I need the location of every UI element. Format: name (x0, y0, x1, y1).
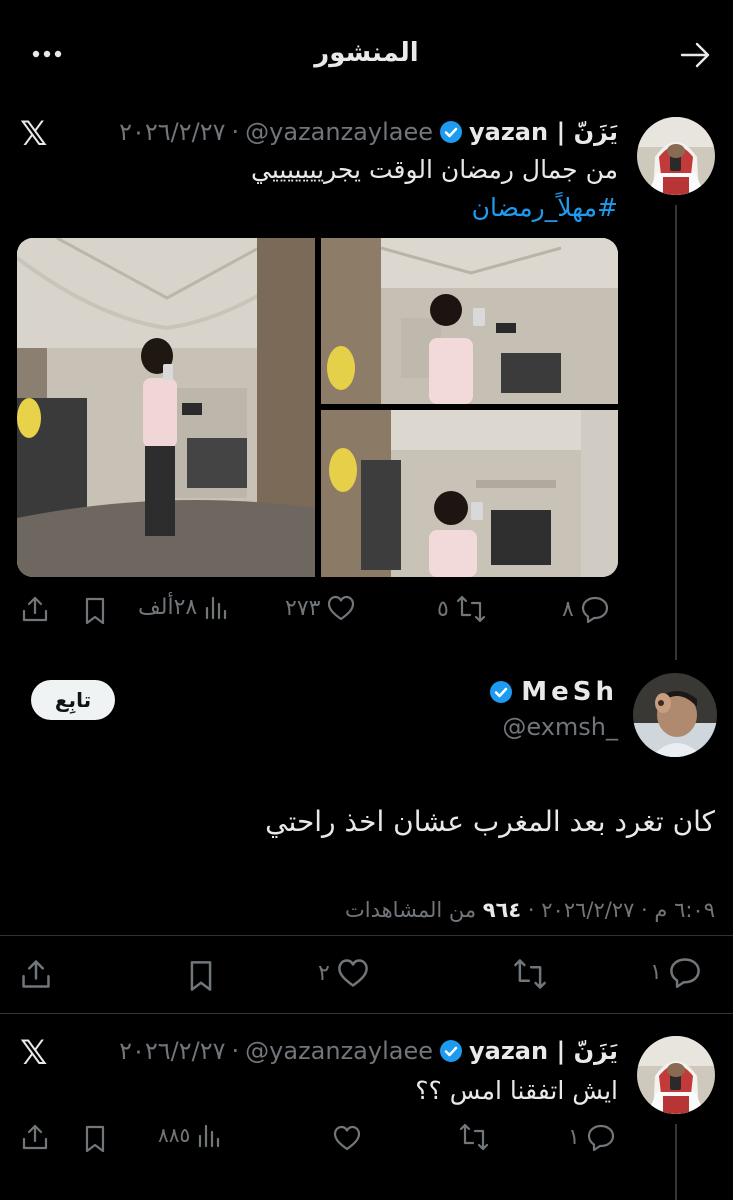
heart-icon (337, 959, 368, 987)
main-divider-top (0, 935, 733, 936)
views-icon (206, 596, 227, 620)
avatar[interactable] (637, 117, 715, 195)
reply-count: ٨ (562, 596, 574, 622)
views-count: ٩٦٤ (482, 898, 522, 922)
avatar[interactable] (637, 1036, 715, 1114)
handle[interactable]: @exmsh_ (489, 713, 618, 741)
tweet-date[interactable]: ٢٠٢٦/٢/٢٧ (119, 1037, 225, 1065)
bookmark-icon[interactable] (82, 596, 108, 626)
tweet-header: يَزَنّ | yazan @yazanzaylaee · ٢٠٢٦/٢/٢٧ (119, 1036, 618, 1066)
verified-badge-icon (490, 681, 513, 703)
timestamp[interactable]: ٦:٠٩ م · ٢٠٢٦/٢/٢٧ · (521, 898, 715, 922)
views-count: ٢٨ألف (138, 594, 198, 620)
tweet-parent[interactable]: يَزَنّ | yazan @yazanzaylaee · ٢٠٢٦/٢/٢٧… (0, 105, 733, 665)
views-count: ٨٨٥ (158, 1123, 191, 1147)
views-icon (199, 1124, 220, 1148)
reply-button[interactable]: ٨ (562, 594, 610, 624)
reply-icon (669, 958, 700, 988)
like-count: ٢٧٣ (285, 595, 321, 621)
header-bar: المنشور (0, 0, 733, 105)
page-title: المنشور (314, 38, 419, 68)
display-name[interactable]: يَزَنّ | yazan (469, 1037, 618, 1065)
photo-2[interactable] (321, 238, 618, 404)
display-name[interactable]: MeSh (521, 677, 618, 707)
bookmark-icon[interactable] (186, 959, 216, 993)
thread-line (675, 1124, 677, 1200)
like-button[interactable]: ٢ (318, 957, 370, 989)
reply-button[interactable]: ١ (650, 955, 702, 989)
tweet-date[interactable]: ٢٠٢٦/٢/٢٧ (119, 118, 225, 146)
retweet-button[interactable]: ٥ (437, 594, 487, 624)
display-name[interactable]: يَزَنّ | yazan (469, 118, 618, 146)
retweet-icon[interactable] (512, 957, 548, 991)
views-button[interactable]: ٨٨٥ (158, 1122, 222, 1148)
hashtag-link[interactable]: #مهلاً_رمضان (472, 193, 618, 222)
handle[interactable]: @yazanzaylaee (245, 1037, 433, 1065)
tweet-actions: ٨ ٥ ٢٧٣ ٢٨ألف (0, 590, 733, 630)
tweet-main: MeSh @exmsh_ تابِع كان تغرد بعد المغرب ع… (0, 665, 733, 1020)
heart-icon (328, 595, 355, 621)
follow-button[interactable]: تابِع (31, 680, 115, 720)
reply-count: ١ (650, 959, 662, 985)
tweet-meta: ٦:٠٩ م · ٢٠٢٦/٢/٢٧ · ٩٦٤ من المشاهدات (345, 898, 715, 922)
separator: · (231, 1037, 240, 1065)
tweet-reply[interactable]: يَزَنّ | yazan @yazanzaylaee · ٢٠٢٦/٢/٢٧… (0, 1020, 733, 1200)
handle[interactable]: @yazanzaylaee (245, 118, 433, 146)
like-button[interactable]: ٢٧٣ (285, 594, 356, 622)
views-button[interactable]: ٢٨ألف (138, 594, 229, 620)
reply-icon (581, 596, 608, 624)
tweet-header: يَزَنّ | yazan @yazanzaylaee · ٢٠٢٦/٢/٢٧ (119, 117, 618, 147)
avatar[interactable] (633, 673, 717, 757)
share-icon[interactable] (19, 957, 53, 991)
photo-1[interactable] (17, 238, 315, 577)
x-logo-icon: 𝕏 (20, 114, 48, 154)
tweet-text: ايش اتفقنا امس ؟؟ (415, 1076, 618, 1105)
share-icon[interactable] (20, 1122, 50, 1152)
retweet-icon[interactable] (458, 1122, 490, 1152)
x-logo-icon: 𝕏 (20, 1033, 48, 1073)
separator: · (231, 118, 240, 146)
heart-icon[interactable] (332, 1124, 362, 1152)
photo-3[interactable] (321, 410, 618, 577)
tweet-text: من جمال رمضان الوقت يجريييييييي (251, 155, 618, 184)
verified-badge-icon (440, 121, 462, 143)
reply-count: ١ (568, 1124, 580, 1150)
reply-icon (587, 1124, 614, 1152)
retweet-icon (456, 595, 485, 623)
verified-badge-icon (440, 1040, 462, 1062)
bookmark-icon[interactable] (82, 1124, 108, 1154)
views-label: من المشاهدات (344, 898, 483, 922)
author-block: MeSh @exmsh_ (489, 677, 618, 741)
reply-button[interactable]: ١ (568, 1122, 616, 1152)
retweet-count: ٥ (437, 596, 449, 622)
tweet-text: كان تغرد بعد المغرب عشان اخذ راحتي (265, 805, 715, 838)
share-icon[interactable] (20, 594, 50, 624)
main-divider-bottom (0, 1013, 733, 1014)
photo-grid (17, 238, 618, 577)
like-count: ٢ (318, 960, 330, 986)
more-icon[interactable] (30, 44, 64, 64)
